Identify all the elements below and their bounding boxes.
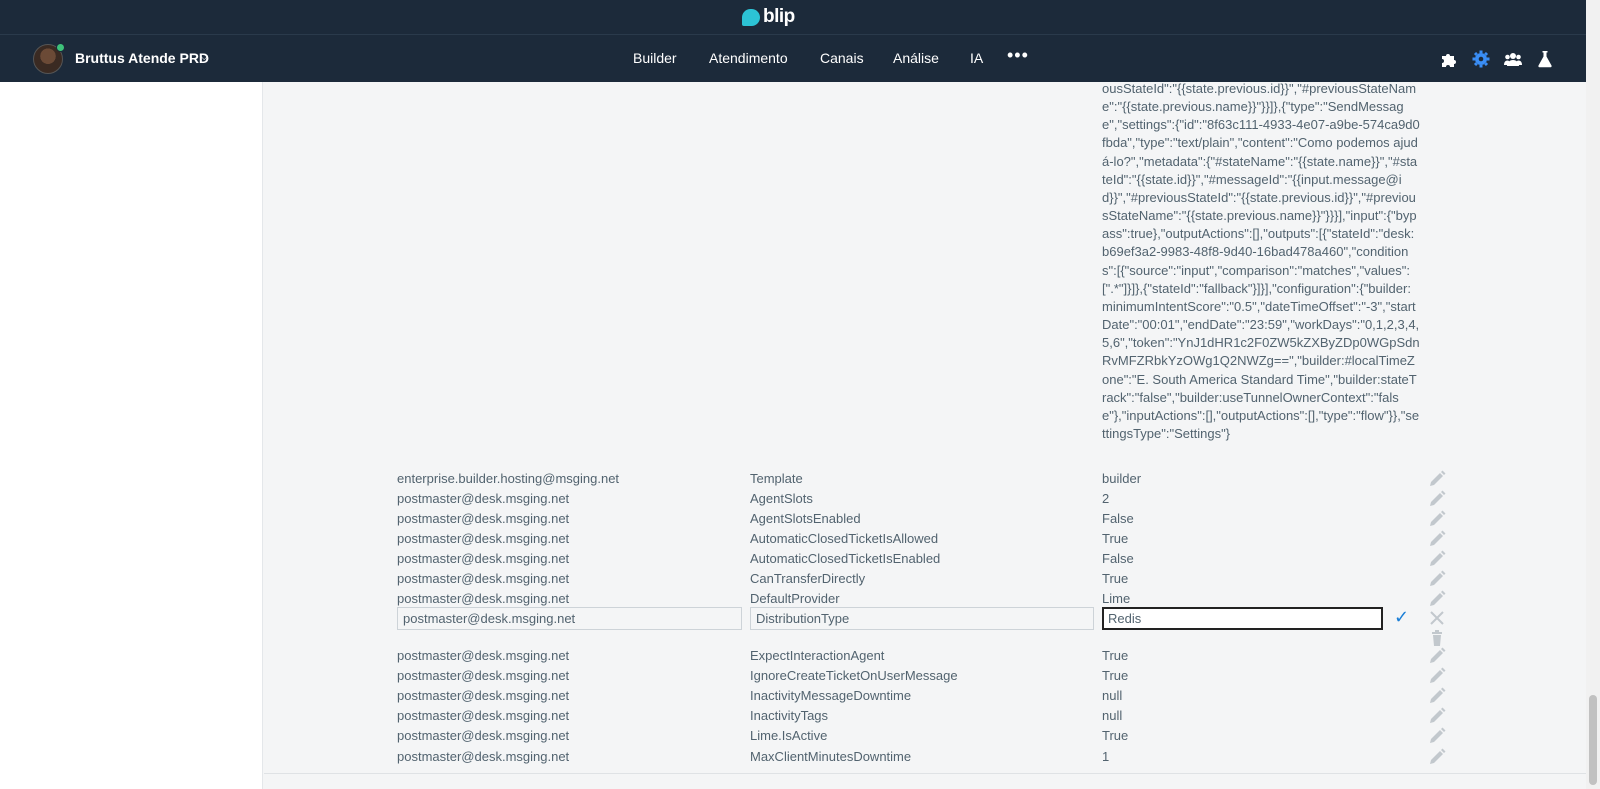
table-row: postmaster@desk.msging.net DefaultProvid… <box>397 589 1447 609</box>
row-key: Lime.IsActive <box>750 728 828 743</box>
table-row: postmaster@desk.msging.net CanTransferDi… <box>397 569 1447 589</box>
row-key: AutomaticClosedTicketIsEnabled <box>750 551 941 566</box>
row-owner: enterprise.builder.hosting@msging.net <box>397 471 620 486</box>
row-value: True <box>1102 531 1129 546</box>
pencil-icon[interactable] <box>1428 530 1446 548</box>
table-row: postmaster@desk.msging.net Lime.IsActive… <box>397 726 1447 746</box>
row-value: null <box>1102 688 1123 703</box>
row-owner: postmaster@desk.msging.net <box>397 511 570 526</box>
brand-name: blip <box>763 6 795 27</box>
row-value: True <box>1102 648 1129 663</box>
gear-icon[interactable] <box>1472 50 1490 68</box>
row-key: DefaultProvider <box>750 591 840 606</box>
row-value: builder <box>1102 471 1142 486</box>
pencil-icon[interactable] <box>1428 510 1446 528</box>
nav-item-analise[interactable]: Análise <box>893 50 939 66</box>
row-key: AgentSlotsEnabled <box>750 511 861 526</box>
trash-icon[interactable] <box>1428 629 1446 647</box>
page-scrollbar[interactable] <box>1586 0 1600 789</box>
row-value: null <box>1102 708 1123 723</box>
bot-name[interactable]: Bruttus Atende PRD <box>75 50 209 66</box>
nav-item-atendimento[interactable]: Atendimento <box>709 50 788 66</box>
row-owner: postmaster@desk.msging.net <box>397 531 570 546</box>
pencil-icon[interactable] <box>1428 667 1446 685</box>
row-key: Template <box>750 471 803 486</box>
table-row: postmaster@desk.msging.net AutomaticClos… <box>397 529 1447 549</box>
pencil-icon[interactable] <box>1428 590 1446 608</box>
puzzle-icon[interactable] <box>1440 50 1458 68</box>
owner-field[interactable] <box>397 607 742 630</box>
online-status-icon <box>56 43 65 52</box>
table-row: postmaster@desk.msging.net InactivityMes… <box>397 686 1447 706</box>
value-field[interactable] <box>1102 607 1383 630</box>
key-field[interactable] <box>750 607 1094 630</box>
table-row: postmaster@desk.msging.net ExpectInterac… <box>397 646 1447 666</box>
flow-json-value: ousStateId":"{{state.previous.id}}","#pr… <box>1102 81 1420 441</box>
blip-logo-icon <box>742 8 760 26</box>
divider <box>264 773 1586 774</box>
row-value: Lime <box>1102 591 1131 606</box>
row-owner: postmaster@desk.msging.net <box>397 728 570 743</box>
main-navbar: Bruttus Atende PRD ⌵ Builder Atendimento… <box>0 34 1586 82</box>
row-key: InactivityMessageDowntime <box>750 688 912 703</box>
table-row: postmaster@desk.msging.net AutomaticClos… <box>397 549 1447 569</box>
pencil-icon[interactable] <box>1428 707 1446 725</box>
pencil-icon[interactable] <box>1428 470 1446 488</box>
bot-avatar[interactable] <box>33 43 65 74</box>
left-panel <box>0 82 263 789</box>
flask-icon[interactable] <box>1536 50 1554 68</box>
row-key: IgnoreCreateTicketOnUserMessage <box>750 668 958 683</box>
pencil-icon[interactable] <box>1428 687 1446 705</box>
row-key: ExpectInteractionAgent <box>750 648 885 663</box>
row-value: 2 <box>1102 491 1110 506</box>
top-bar: blip <box>0 0 1586 34</box>
nav-item-builder[interactable]: Builder <box>633 50 677 66</box>
team-icon[interactable] <box>1504 50 1522 68</box>
row-value: True <box>1102 571 1129 586</box>
pencil-icon[interactable] <box>1428 550 1446 568</box>
table-row: postmaster@desk.msging.net MaxClientMinu… <box>397 747 1447 767</box>
row-key: MaxClientMinutesDowntime <box>750 749 912 764</box>
pencil-icon[interactable] <box>1428 647 1446 665</box>
row-key: AutomaticClosedTicketIsAllowed <box>750 531 939 546</box>
pencil-icon[interactable] <box>1428 490 1446 508</box>
pencil-icon[interactable] <box>1428 727 1446 745</box>
row-value: True <box>1102 728 1129 743</box>
cancel-x-icon[interactable] <box>1428 609 1446 627</box>
pencil-icon[interactable] <box>1428 570 1446 588</box>
row-key: AgentSlots <box>750 491 813 506</box>
row-owner: postmaster@desk.msging.net <box>397 491 570 506</box>
table-row: postmaster@desk.msging.net InactivityTag… <box>397 706 1447 726</box>
row-owner: postmaster@desk.msging.net <box>397 688 570 703</box>
row-owner: postmaster@desk.msging.net <box>397 648 570 663</box>
row-key: InactivityTags <box>750 708 829 723</box>
row-value: False <box>1102 511 1134 526</box>
row-key: CanTransferDirectly <box>750 571 866 586</box>
nav-item-canais[interactable]: Canais <box>820 50 864 66</box>
chevron-down-icon[interactable]: ⌵ <box>200 51 208 64</box>
row-owner: postmaster@desk.msging.net <box>397 749 570 764</box>
confirm-check-icon[interactable]: ✓ <box>1394 607 1409 628</box>
more-menu-icon[interactable]: ••• <box>1007 45 1029 66</box>
pencil-icon[interactable] <box>1428 748 1446 766</box>
row-owner: postmaster@desk.msging.net <box>397 571 570 586</box>
blip-logo[interactable]: blip <box>742 6 795 28</box>
row-owner: postmaster@desk.msging.net <box>397 668 570 683</box>
scrollbar-thumb[interactable] <box>1589 695 1597 785</box>
table-row: postmaster@desk.msging.net AgentSlotsEna… <box>397 509 1447 529</box>
row-value: 1 <box>1102 749 1110 764</box>
row-value: True <box>1102 668 1129 683</box>
row-owner: postmaster@desk.msging.net <box>397 591 570 606</box>
table-row: postmaster@desk.msging.net AgentSlots 2 <box>397 489 1447 509</box>
table-row: postmaster@desk.msging.net IgnoreCreateT… <box>397 666 1447 686</box>
table-row: enterprise.builder.hosting@msging.net Te… <box>397 469 1447 489</box>
row-owner: postmaster@desk.msging.net <box>397 551 570 566</box>
nav-item-ia[interactable]: IA <box>970 50 983 66</box>
row-value: False <box>1102 551 1134 566</box>
row-owner: postmaster@desk.msging.net <box>397 708 570 723</box>
